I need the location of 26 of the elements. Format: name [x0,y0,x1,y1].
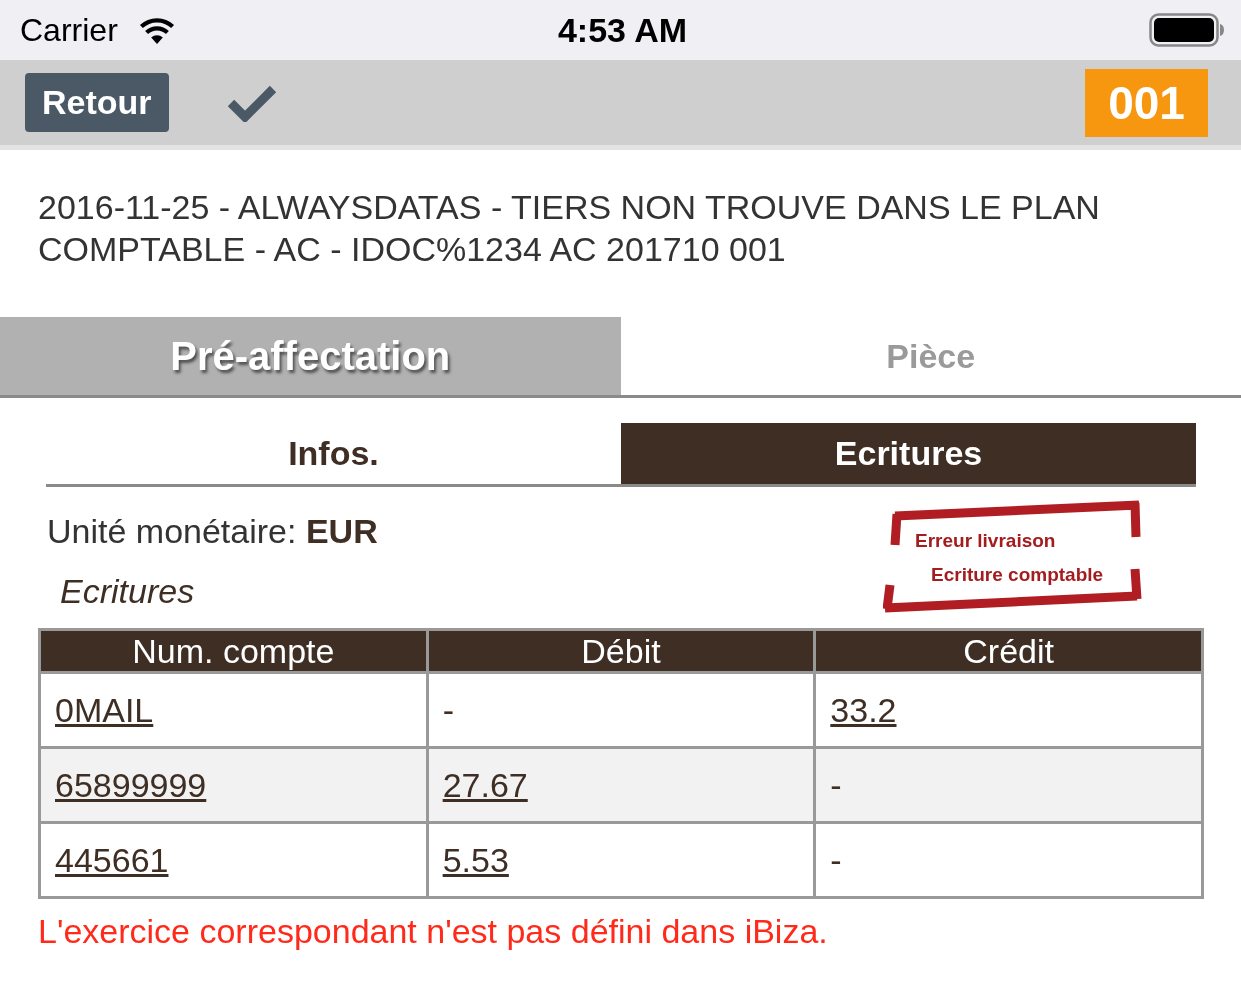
column-header: Débit [427,629,815,673]
wifi-icon [137,16,176,44]
account-link[interactable]: 0MAIL [55,690,154,729]
sub-tab[interactable]: Ecritures [621,423,1196,484]
column-header: Num. compte [39,629,428,673]
section-title: Ecritures [59,571,196,612]
battery-icon [1149,13,1225,47]
carrier-label: Carrier [20,11,118,49]
counter-badge: 001 [1085,68,1208,137]
account-link[interactable]: 33.2 [830,690,897,729]
table-cell: - [814,822,1203,898]
currency-label: Unité monétaire: EUR [47,511,378,552]
checkmark-icon[interactable] [226,83,277,122]
account-link[interactable]: 27.67 [442,765,528,804]
error-message: L'exercice correspondant n'est pas défini dans iBiza. [38,911,829,952]
account-link[interactable]: 445661 [55,840,169,879]
document-title: 2016-11-25 - ALWAYSDATAS - TIERS NON TROUVE DANS LE PLAN COMPTABLE - AC - IDOC%1234 AC 201710 001 [37,187,1101,270]
stamp-text: Ecriture comptable [931,564,1104,586]
status-time: 4:53 AM [557,10,688,50]
back-button[interactable]: Retour [25,73,169,132]
account-link[interactable]: 65899999 [55,765,207,804]
account-link[interactable]: 5.53 [442,840,509,879]
column-header: Crédit [814,629,1203,673]
table-cell: - [814,747,1203,823]
table-cell: - [427,672,815,748]
stamp-text: Erreur livraison [915,530,1056,552]
